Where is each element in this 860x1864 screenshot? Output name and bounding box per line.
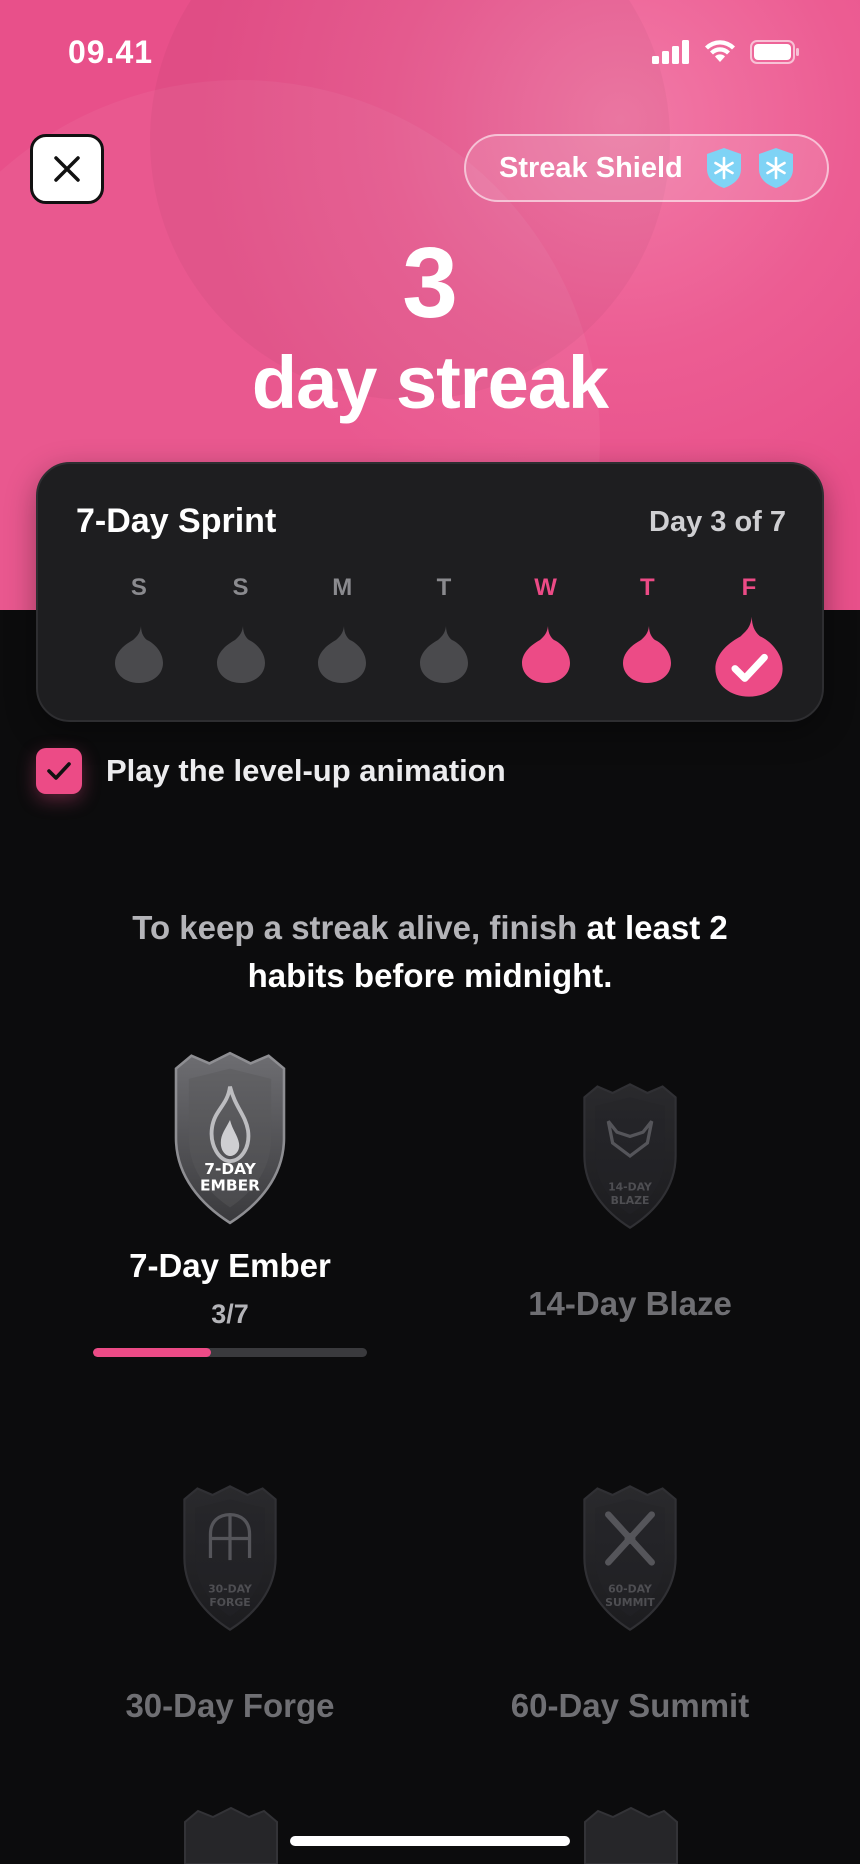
svg-text:SUMMIT: SUMMIT (605, 1596, 655, 1609)
svg-text:30-DAY: 30-DAY (208, 1583, 252, 1596)
day-column: S (190, 574, 292, 698)
day-letter: S (130, 574, 147, 601)
badge-name: 7-Day Ember (129, 1247, 331, 1284)
svg-text:BLAZE: BLAZE (611, 1194, 650, 1207)
flame-icon (623, 626, 672, 683)
streak-rule-hint: To keep a streak alive, finish at least … (100, 904, 760, 1000)
badge-60-day-summit[interactable]: 60-DAY SUMMIT 60-Day Summit (430, 1482, 830, 1725)
flame-icon (114, 626, 163, 683)
sprint-title: 7-Day Sprint (76, 502, 277, 540)
svg-text:7-DAY: 7-DAY (204, 1160, 256, 1178)
sprint-progress-text: Day 3 of 7 (649, 506, 786, 538)
sprint-card: 7-Day Sprint Day 3 of 7 S S M T W T F (36, 462, 824, 722)
badge-name: 30-Day Forge (125, 1687, 335, 1724)
helmet-icon: 30-DAY FORGE (175, 1482, 285, 1639)
status-icons (652, 40, 800, 64)
locked-badge-shield-icon (584, 1806, 678, 1864)
checkmark-icon (47, 762, 71, 780)
week-day-row: SSMTWTF (88, 574, 800, 698)
day-column: F (698, 574, 800, 698)
day-column: W (495, 574, 597, 698)
status-time: 09.41 (68, 34, 154, 70)
level-up-checkbox[interactable] (36, 748, 82, 794)
streak-label: day streak (251, 341, 609, 424)
badge-name: 60-Day Summit (510, 1687, 750, 1724)
day-letter: T (436, 574, 452, 601)
level-up-label: Play the level-up animation (106, 753, 506, 788)
day-letter: S (232, 574, 249, 601)
svg-text:EMBER: EMBER (200, 1177, 260, 1195)
day-column: M (291, 574, 393, 698)
streak-shield-button[interactable]: Streak Shield (464, 134, 829, 202)
flame-icon (521, 626, 570, 683)
level-up-animation-toggle[interactable]: Play the level-up animation (36, 748, 506, 794)
badge-progress-fill (93, 1348, 211, 1357)
day-column: S (88, 574, 190, 698)
fox-icon: 14-DAY BLAZE (575, 1080, 685, 1237)
locked-badge-shield-icon (184, 1806, 278, 1864)
close-icon (54, 156, 80, 182)
badge-7-day-ember[interactable]: 7-DAY EMBER 7-Day Ember 3/7 (30, 1048, 430, 1357)
day-column: T (596, 574, 698, 698)
svg-text:FORGE: FORGE (209, 1596, 250, 1609)
flame-icon: 7-DAY EMBER (165, 1048, 295, 1233)
streak-count: 3 (402, 227, 458, 339)
day-letter: W (534, 574, 557, 601)
cellular-signal-icon (652, 40, 689, 64)
badge-progress-bar (93, 1348, 367, 1357)
day-column: T (393, 574, 495, 698)
day-letter: T (639, 574, 655, 601)
badge-name: 14-Day Blaze (528, 1285, 732, 1322)
badge-14-day-blaze[interactable]: 14-DAY BLAZE 14-Day Blaze (430, 1080, 830, 1323)
home-indicator (290, 1836, 570, 1846)
flame-icon (318, 626, 367, 683)
crossed-swords-icon: 60-DAY SUMMIT (575, 1482, 685, 1639)
day-letter: M (332, 574, 353, 601)
wifi-icon (705, 40, 735, 62)
battery-icon (750, 40, 799, 64)
badge-30-day-forge[interactable]: 30-DAY FORGE 30-Day Forge (30, 1482, 430, 1725)
streak-shield-label: Streak Shield (499, 151, 683, 184)
svg-text:60-DAY: 60-DAY (608, 1583, 652, 1596)
flame-check-icon (715, 616, 783, 697)
snowflake-shield-icon (758, 148, 793, 188)
flame-icon (216, 626, 265, 683)
status-bar: 09.41 (0, 0, 860, 110)
flame-icon (419, 626, 468, 683)
badge-progress-text: 3/7 (211, 1299, 249, 1329)
close-button[interactable] (30, 134, 104, 204)
snowflake-shield-icon (706, 148, 741, 188)
hint-text-dim: To keep a streak alive, finish (132, 909, 587, 946)
svg-text:14-DAY: 14-DAY (608, 1181, 652, 1194)
day-letter: F (741, 574, 757, 601)
